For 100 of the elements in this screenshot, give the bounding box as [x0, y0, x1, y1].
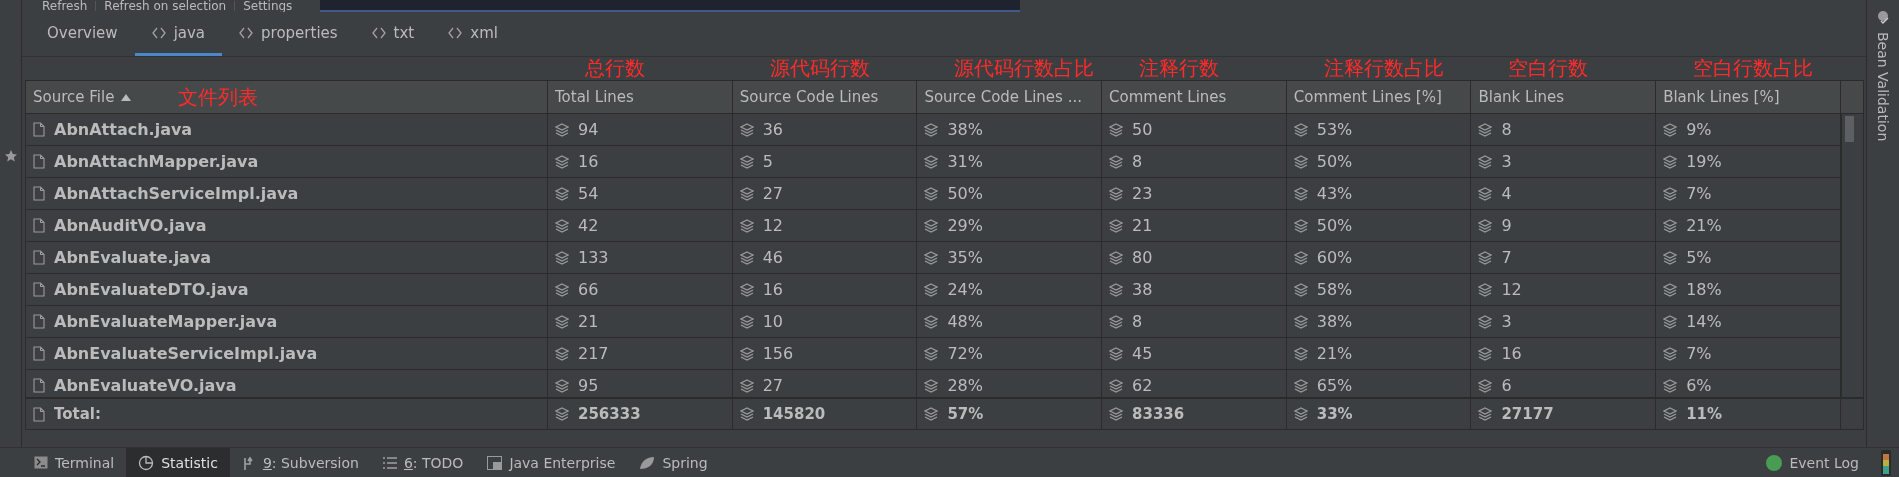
total-value: 27177 — [1501, 405, 1554, 423]
total-label: Total: — [54, 405, 101, 423]
table-cell: 6% — [1686, 376, 1712, 395]
file-icon — [33, 314, 45, 329]
annotation-label: 空白行数占比 — [1693, 56, 1814, 80]
table-cell: 50 — [1132, 120, 1153, 139]
layers-icon — [924, 122, 939, 137]
table-cell: 6 — [1501, 376, 1512, 395]
table-cell: 16 — [578, 152, 599, 171]
toolbar-button[interactable]: Refresh — [42, 0, 88, 12]
layers-icon — [555, 282, 569, 297]
layers-icon — [555, 122, 569, 137]
layers-icon — [1478, 250, 1493, 265]
file-icon — [33, 282, 45, 297]
table-cell: 27 — [762, 376, 784, 395]
column-header[interactable]: Comment Lines [%] — [1286, 81, 1472, 113]
tab[interactable]: txt — [354, 12, 432, 56]
total-value: 83336 — [1132, 405, 1185, 423]
table-cell: 8 — [1132, 152, 1143, 171]
tool-window-tab[interactable]: 6: TODO — [370, 448, 476, 477]
tool-window-tab[interactable]: Java Enterprise — [475, 448, 628, 477]
table-cell: 50% — [1316, 152, 1353, 171]
table-cell: 8 — [1132, 312, 1143, 331]
layers-icon — [1109, 314, 1124, 329]
tool-window-tab[interactable]: Statistic — [126, 448, 230, 477]
layers-icon — [1109, 154, 1124, 169]
annotation-label: 空白行数 — [1508, 56, 1589, 80]
layers-icon — [1663, 407, 1678, 421]
table-cell: 95 — [578, 376, 599, 395]
layers-icon — [739, 122, 754, 137]
table-cell: 43% — [1316, 184, 1353, 203]
layers-icon — [739, 186, 754, 201]
layers-icon — [1478, 378, 1493, 393]
table-cell: 21% — [1316, 344, 1353, 363]
tab[interactable]: Overview — [30, 12, 135, 56]
layers-icon — [924, 154, 939, 169]
file-icon — [33, 122, 45, 137]
layers-icon — [924, 407, 939, 421]
memory-indicator-icon — [1881, 449, 1891, 476]
tab[interactable]: xml — [431, 12, 515, 56]
layers-icon — [924, 314, 939, 329]
column-header[interactable]: Blank Lines — [1471, 81, 1657, 113]
layers-icon — [555, 346, 569, 361]
file-icon — [33, 250, 45, 265]
table-cell: 24% — [947, 280, 983, 299]
layers-icon — [739, 407, 754, 421]
layers-icon — [1663, 250, 1678, 265]
file-icon — [33, 378, 45, 393]
table-cell: 62 — [1132, 376, 1153, 395]
table-cell: 7% — [1686, 344, 1712, 363]
table-cell: 36 — [762, 120, 784, 139]
table-cell: 8 — [1501, 120, 1512, 139]
table-cell: 217 — [578, 344, 609, 363]
layers-icon — [924, 186, 939, 201]
file-icon — [33, 154, 45, 169]
toolbar-button[interactable]: Settings — [243, 0, 293, 12]
tool-window-tab[interactable]: Spring — [627, 448, 720, 477]
total-value: 11% — [1686, 405, 1723, 423]
table-cell: 12 — [1501, 280, 1522, 299]
column-header[interactable]: Source Code Lines ... — [917, 81, 1103, 113]
layers-icon — [924, 218, 939, 233]
branch-icon — [241, 455, 256, 470]
table-cell: 5% — [1686, 248, 1712, 267]
column-header[interactable]: Total Lines — [548, 81, 733, 113]
column-header[interactable]: Source File 文件列表 — [26, 81, 548, 113]
column-header[interactable]: Blank Lines [%] — [1656, 81, 1841, 113]
table-cell: 50% — [1316, 216, 1353, 235]
tool-window-tab[interactable]: Terminal — [22, 448, 127, 477]
tab[interactable]: properties — [222, 12, 355, 56]
annotation-label: 总行数 — [585, 56, 645, 80]
layers-icon — [1663, 154, 1678, 169]
table-cell: 3 — [1501, 152, 1512, 171]
layers-icon — [555, 154, 569, 169]
tool-window-tab[interactable]: 9: Subversion — [229, 448, 371, 477]
table-cell: 28% — [947, 376, 983, 395]
table-cell: 45 — [1132, 344, 1153, 363]
event-log-button[interactable]: Event Log — [1754, 448, 1871, 477]
table-cell: 3 — [1501, 312, 1512, 331]
layers-icon — [924, 282, 939, 297]
toolbar-button[interactable]: Refresh on selection — [104, 0, 227, 12]
layers-icon — [924, 346, 939, 361]
layers-icon — [1293, 282, 1308, 297]
column-header[interactable]: Source Code Lines — [732, 81, 918, 113]
layers-icon — [739, 154, 754, 169]
annotation-label: 文件列表 — [178, 87, 259, 107]
layers-icon — [555, 407, 569, 421]
layers-icon — [1478, 186, 1493, 201]
column-header[interactable]: Comment Lines — [1102, 81, 1287, 113]
table-cell: 50% — [947, 184, 983, 203]
layers-icon — [1109, 186, 1124, 201]
layers-icon — [1478, 314, 1493, 329]
file-name: AbnEvaluateVO.java — [54, 376, 237, 395]
star-icon[interactable] — [4, 150, 17, 162]
file-icon — [33, 186, 45, 201]
scrollbar[interactable] — [1841, 114, 1857, 397]
code-icon — [239, 26, 254, 39]
side-tab[interactable]: Bean Validation — [1875, 10, 1891, 142]
annotation-label: 注释行数 — [1139, 56, 1220, 80]
table-cell: 38% — [947, 120, 983, 139]
table-cell: 29% — [947, 216, 983, 235]
